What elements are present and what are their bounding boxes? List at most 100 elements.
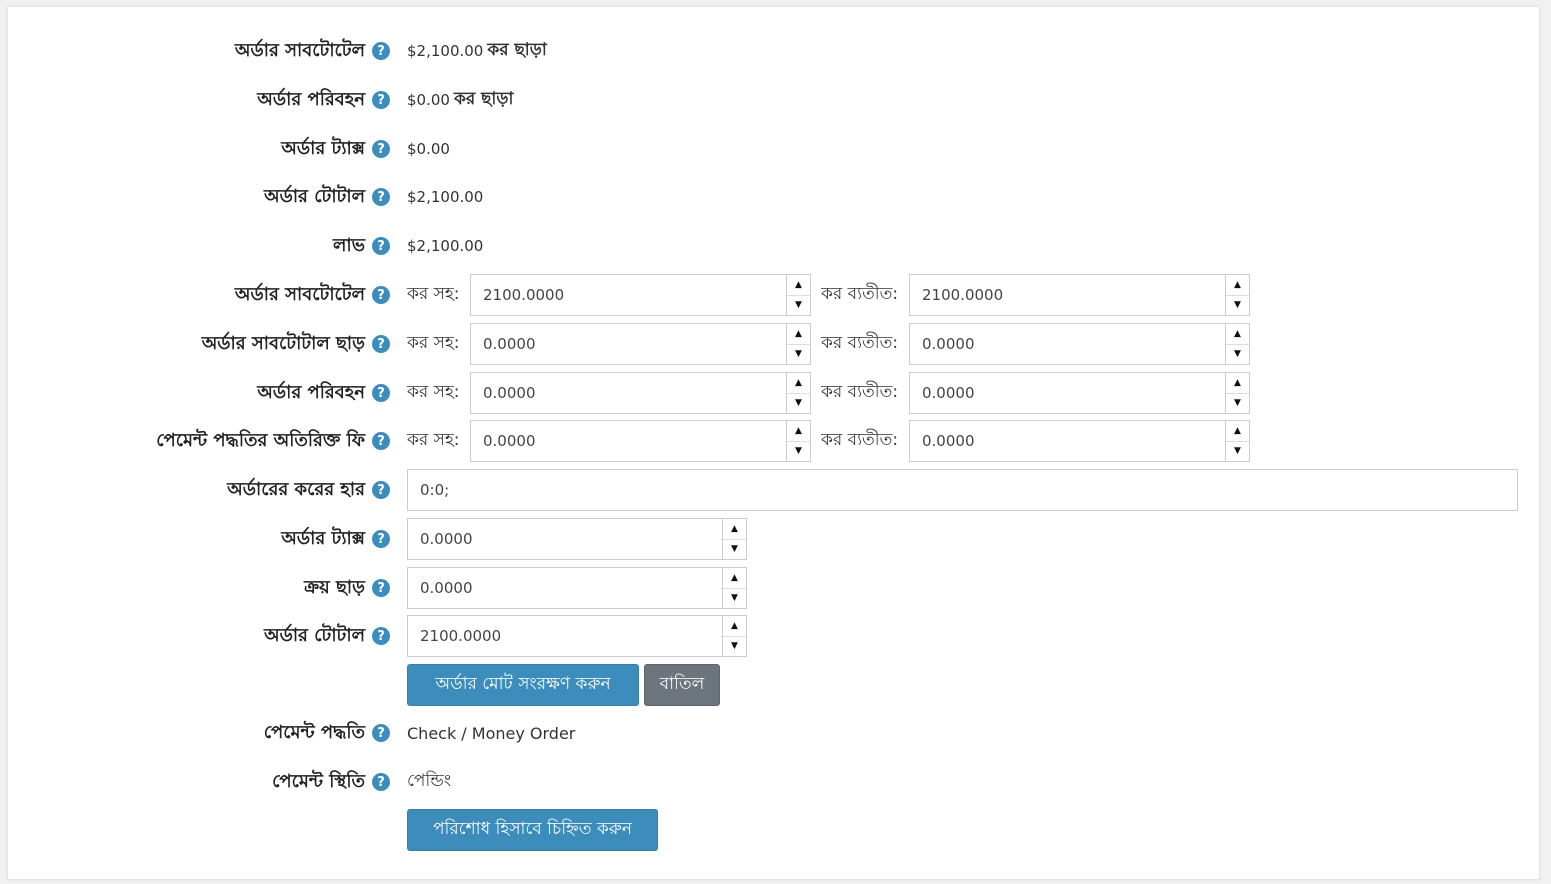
- excl-tax-label: কর ব্যতীত:: [821, 333, 899, 353]
- triangle-down-icon[interactable]: ▼: [723, 538, 746, 560]
- help-icon[interactable]: ?: [372, 286, 390, 304]
- number-spinner: ▲ ▼: [1225, 275, 1249, 315]
- triangle-down-icon[interactable]: ▼: [1226, 343, 1249, 365]
- edit-tax-row: অর্ডার ট্যাক্স ? ▲ ▼: [8, 518, 1541, 560]
- help-icon[interactable]: ?: [372, 627, 390, 645]
- number-spinner: ▲ ▼: [722, 616, 746, 656]
- incl-tax-label: কর সহ:: [407, 333, 460, 353]
- triangle-up-icon[interactable]: ▲: [787, 324, 810, 344]
- help-icon[interactable]: ?: [372, 42, 390, 60]
- payment-fee-excl-input[interactable]: [910, 421, 1225, 461]
- summary-total-label: অর্ডার টোটাল: [264, 185, 365, 207]
- triangle-down-icon[interactable]: ▼: [1226, 440, 1249, 462]
- help-icon[interactable]: ?: [372, 140, 390, 158]
- tax-rates-input[interactable]: [408, 481, 1517, 499]
- number-spinner: ▲ ▼: [786, 324, 810, 364]
- summary-subtotal-row: অর্ডার সাবটোটেল ? $2,100.00 কর ছাড়া: [8, 30, 1541, 72]
- triangle-up-icon[interactable]: ▲: [723, 519, 746, 539]
- edit-tax-rates-label: অর্ডারের করের হার: [227, 478, 365, 500]
- subtotal-discount-excl-input[interactable]: [910, 324, 1225, 364]
- subtotal-discount-excl-field: ▲ ▼: [909, 323, 1250, 365]
- summary-subtotal-suffix: কর ছাড়া: [487, 40, 547, 60]
- summary-tax-label: অর্ডার ট্যাক্স: [281, 137, 365, 159]
- total-input[interactable]: [408, 616, 722, 656]
- help-icon[interactable]: ?: [372, 188, 390, 206]
- triangle-down-icon[interactable]: ▼: [723, 587, 746, 609]
- shipping-excl-input[interactable]: [910, 373, 1225, 413]
- number-spinner: ▲ ▼: [786, 373, 810, 413]
- incl-tax-label: কর সহ:: [407, 430, 460, 450]
- help-icon[interactable]: ?: [372, 579, 390, 597]
- edit-tax-label: অর্ডার ট্যাক্স: [281, 527, 365, 549]
- summary-shipping-row: অর্ডার পরিবহন ? $0.00 কর ছাড়া: [8, 79, 1541, 121]
- edit-discount-label: ক্রয় ছাড়: [304, 576, 365, 598]
- payment-fee-incl-field: ▲ ▼: [470, 420, 811, 462]
- triangle-up-icon[interactable]: ▲: [723, 616, 746, 636]
- triangle-up-icon[interactable]: ▲: [1226, 324, 1249, 344]
- tax-field: ▲ ▼: [407, 518, 747, 560]
- edit-subtotal-discount-row: অর্ডার সাবটোটাল ছাড় ? কর সহ: ▲ ▼ কর ব্য…: [8, 323, 1541, 365]
- discount-input[interactable]: [408, 568, 722, 608]
- triangle-up-icon[interactable]: ▲: [1226, 421, 1249, 441]
- help-icon[interactable]: ?: [372, 91, 390, 109]
- help-icon[interactable]: ?: [372, 432, 390, 450]
- edit-subtotal-discount-label: অর্ডার সাবটোটাল ছাড়: [201, 332, 365, 354]
- edit-subtotal-label: অর্ডার সাবটোটেল: [234, 283, 365, 305]
- edit-subtotal-row: অর্ডার সাবটোটেল ? কর সহ: ▲ ▼ কর ব্যতীত: …: [8, 274, 1541, 316]
- triangle-down-icon[interactable]: ▼: [787, 294, 810, 316]
- order-totals-panel: অর্ডার সাবটোটেল ? $2,100.00 কর ছাড়া অর্…: [7, 6, 1540, 880]
- subtotal-discount-incl-input[interactable]: [471, 324, 786, 364]
- shipping-excl-field: ▲ ▼: [909, 372, 1250, 414]
- help-icon[interactable]: ?: [372, 530, 390, 548]
- excl-tax-label: কর ব্যতীত:: [821, 430, 899, 450]
- edit-total-row: অর্ডার টোটাল ? ▲ ▼: [8, 615, 1541, 657]
- triangle-up-icon[interactable]: ▲: [787, 373, 810, 393]
- payment-fee-incl-input[interactable]: [471, 421, 786, 461]
- shipping-incl-field: ▲ ▼: [470, 372, 811, 414]
- subtotal-discount-incl-field: ▲ ▼: [470, 323, 811, 365]
- mark-as-paid-button[interactable]: পরিশোধ হিসাবে চিহ্নিত করুন: [407, 809, 658, 851]
- triangle-up-icon[interactable]: ▲: [1226, 373, 1249, 393]
- triangle-down-icon[interactable]: ▼: [787, 343, 810, 365]
- subtotal-excl-field: ▲ ▼: [909, 274, 1250, 316]
- payment-method-label: পেমেন্ট পদ্ধতি: [263, 721, 365, 743]
- help-icon[interactable]: ?: [372, 335, 390, 353]
- number-spinner: ▲ ▼: [786, 275, 810, 315]
- summary-tax-row: অর্ডার ট্যাক্স ? $0.00: [8, 128, 1541, 170]
- edit-discount-row: ক্রয় ছাড় ? ▲ ▼: [8, 567, 1541, 609]
- subtotal-incl-field: ▲ ▼: [470, 274, 811, 316]
- summary-profit-value: $2,100.00: [407, 237, 484, 255]
- help-icon[interactable]: ?: [372, 237, 390, 255]
- save-order-totals-button[interactable]: অর্ডার মোট সংরক্ষণ করুন: [407, 664, 639, 706]
- total-field: ▲ ▼: [407, 615, 747, 657]
- tax-input[interactable]: [408, 519, 722, 559]
- triangle-up-icon[interactable]: ▲: [787, 421, 810, 441]
- summary-total-row: অর্ডার টোটাল ? $2,100.00: [8, 176, 1541, 218]
- triangle-down-icon[interactable]: ▼: [1226, 392, 1249, 414]
- number-spinner: ▲ ▼: [722, 519, 746, 559]
- shipping-incl-input[interactable]: [471, 373, 786, 413]
- edit-shipping-label: অর্ডার পরিবহন: [257, 381, 365, 403]
- edit-payment-fee-row: পেমেন্ট পদ্ধতির অতিরিক্ত ফি ? কর সহ: ▲ ▼…: [8, 420, 1541, 462]
- summary-profit-row: লাভ ? $2,100.00: [8, 225, 1541, 267]
- payment-fee-excl-field: ▲ ▼: [909, 420, 1250, 462]
- summary-subtotal-value: $2,100.00: [407, 42, 484, 60]
- help-icon[interactable]: ?: [372, 384, 390, 402]
- subtotal-excl-input[interactable]: [910, 275, 1225, 315]
- help-icon[interactable]: ?: [372, 724, 390, 742]
- triangle-up-icon[interactable]: ▲: [1226, 275, 1249, 295]
- cancel-button[interactable]: বাতিল: [644, 664, 720, 706]
- help-icon[interactable]: ?: [372, 773, 390, 791]
- triangle-down-icon[interactable]: ▼: [723, 635, 746, 657]
- number-spinner: ▲ ▼: [1225, 324, 1249, 364]
- triangle-down-icon[interactable]: ▼: [787, 440, 810, 462]
- triangle-up-icon[interactable]: ▲: [787, 275, 810, 295]
- payment-status-label: পেমেন্ট স্থিতি: [272, 770, 365, 792]
- payment-method-value: Check / Money Order: [407, 723, 576, 743]
- edit-shipping-row: অর্ডার পরিবহন ? কর সহ: ▲ ▼ কর ব্যতীত: ▲ …: [8, 372, 1541, 414]
- triangle-down-icon[interactable]: ▼: [787, 392, 810, 414]
- triangle-up-icon[interactable]: ▲: [723, 568, 746, 588]
- subtotal-incl-input[interactable]: [471, 275, 786, 315]
- help-icon[interactable]: ?: [372, 481, 390, 499]
- triangle-down-icon[interactable]: ▼: [1226, 294, 1249, 316]
